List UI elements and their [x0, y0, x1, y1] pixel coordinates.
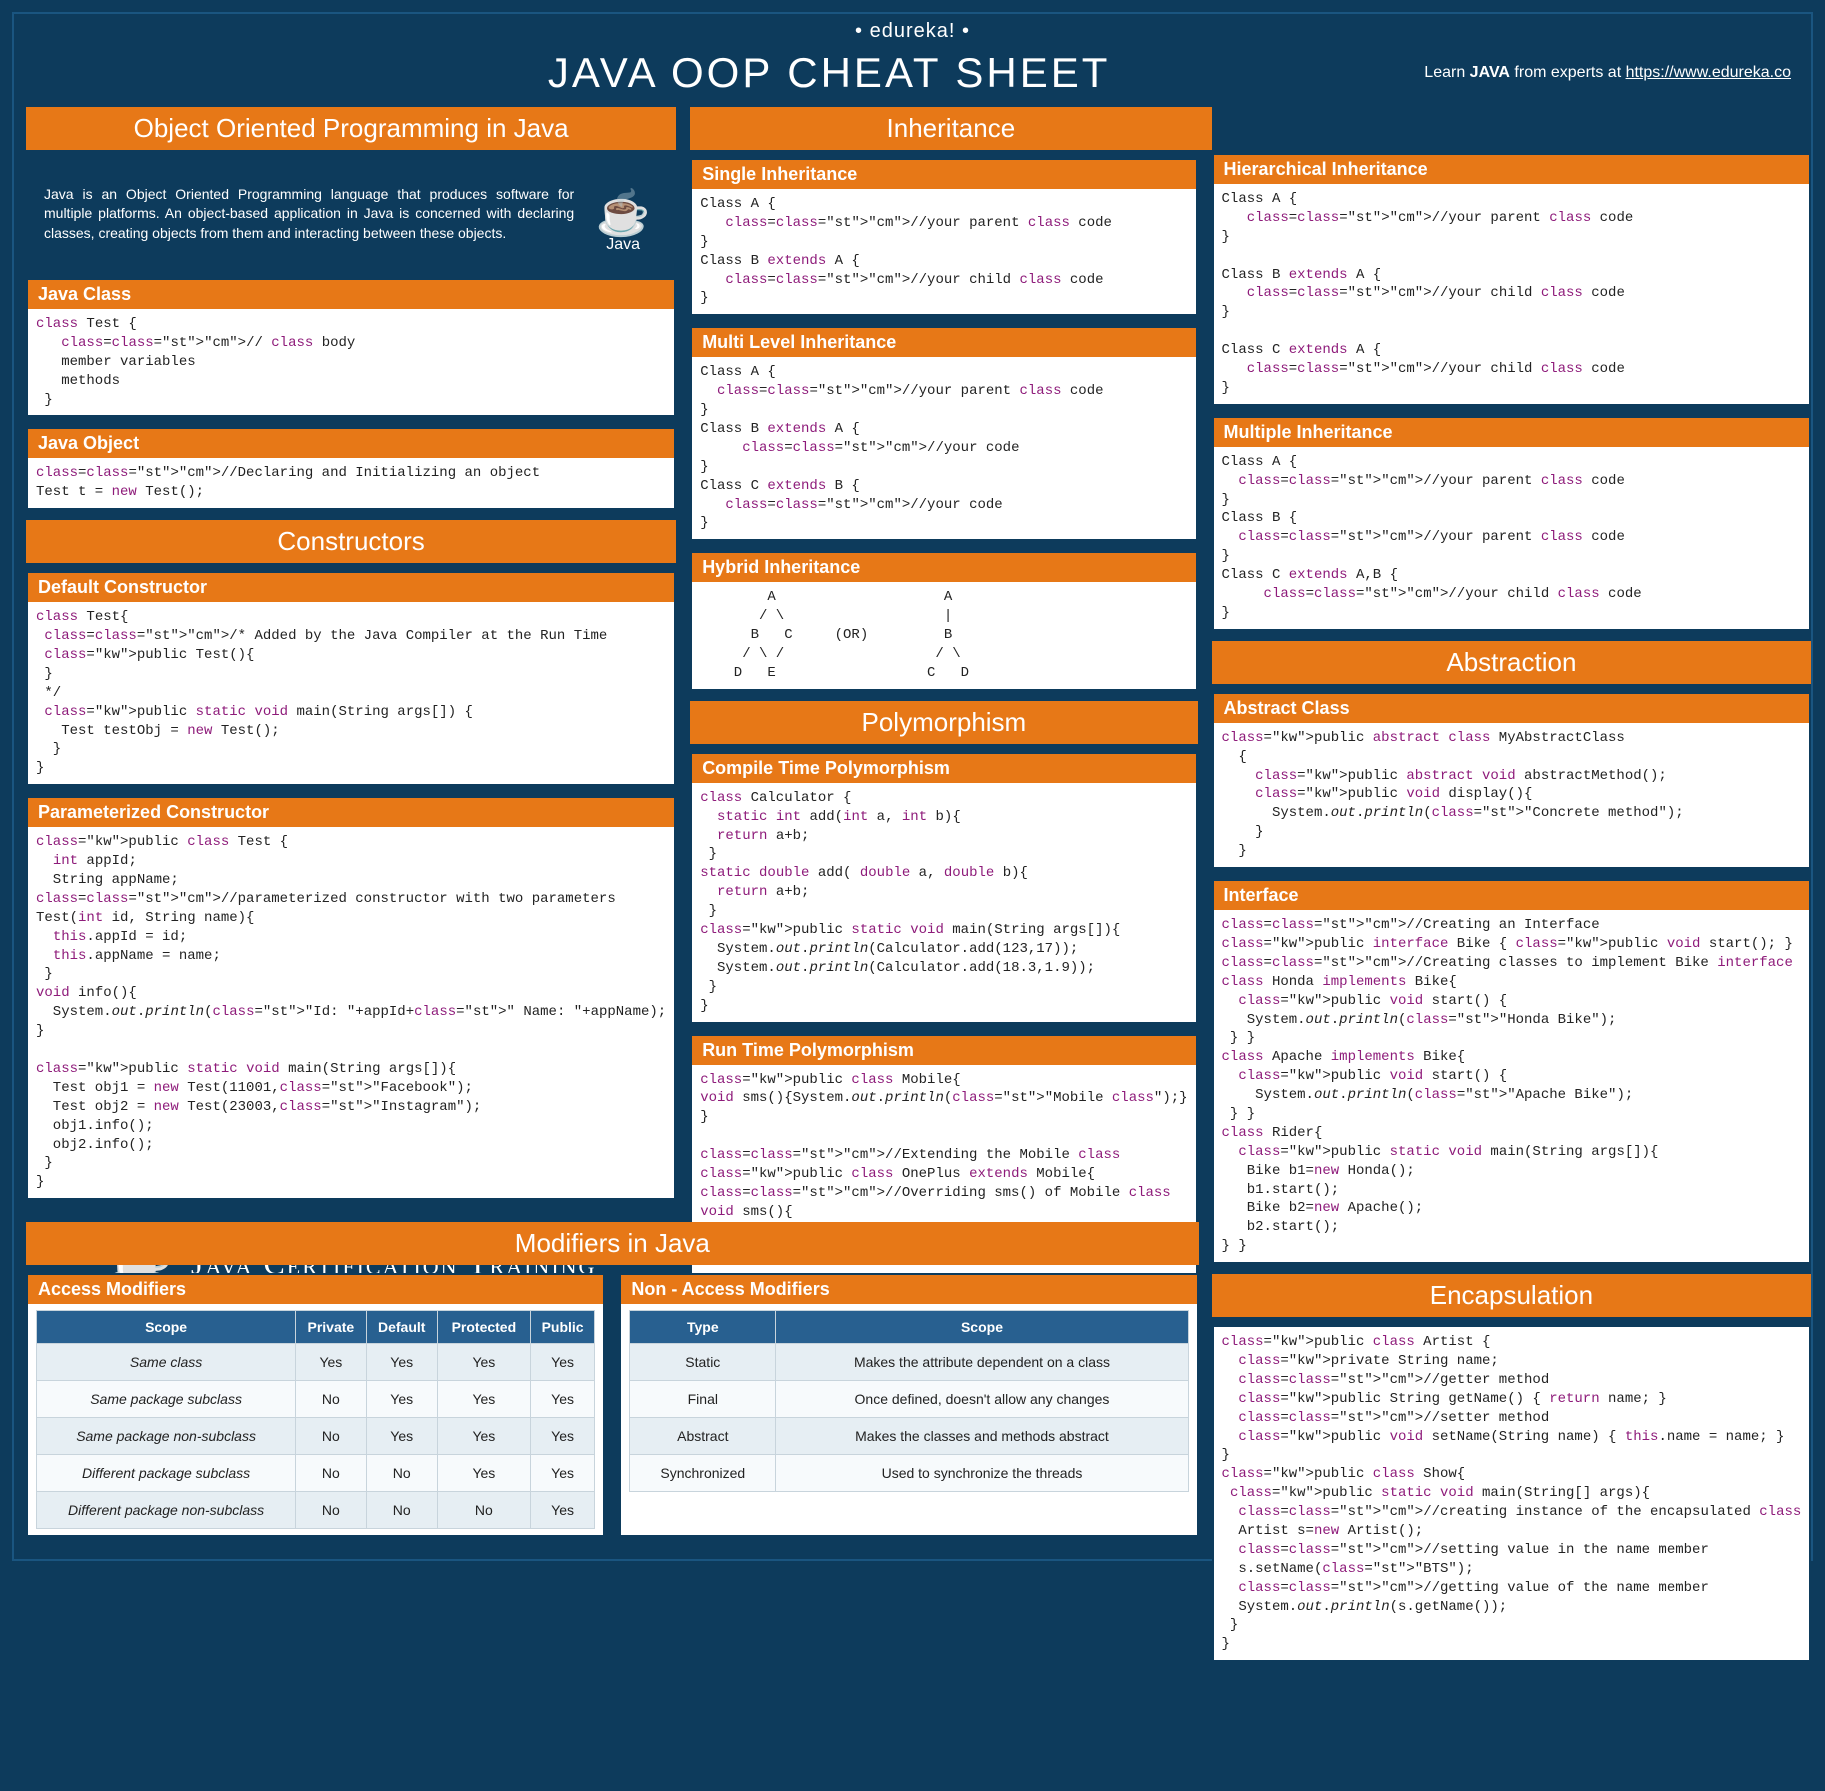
card-header-hier-inh: Hierarchical Inheritance	[1214, 155, 1810, 184]
table-cell: Yes	[296, 1344, 366, 1381]
coffee-cup-icon: ☕	[596, 192, 651, 236]
edureka-url-link[interactable]: https://www.edureka.co	[1626, 64, 1791, 81]
code-param-ctor: class="kw">public class Test { int appId…	[36, 833, 666, 1192]
code-single-inh: Class A { class=class="st">"cm">//your p…	[700, 195, 1187, 308]
learn-strong: JAVA	[1470, 64, 1510, 81]
access-modifiers-table: ScopePrivateDefaultProtectedPublicSame c…	[36, 1310, 595, 1529]
table-row: FinalOnce defined, doesn't allow any cha…	[630, 1381, 1188, 1418]
intro-box: Java is an Object Oriented Programming l…	[26, 158, 676, 270]
table-row: Different package non-subclassNoNoNoYes	[37, 1492, 595, 1529]
code-compile-poly: class Calculator { static int add(int a,…	[700, 789, 1187, 1016]
java-logo-label: Java	[606, 236, 640, 254]
table-cell: No	[296, 1418, 366, 1455]
card-header-param-ctor: Parameterized Constructor	[28, 798, 674, 827]
learn-link: Learn JAVA from experts at https://www.e…	[1424, 64, 1791, 82]
table-cell: Same class	[37, 1344, 296, 1381]
section-modifiers: Modifiers in Java	[26, 1222, 1199, 1265]
table-cell: Different package subclass	[37, 1455, 296, 1492]
section-constructors: Constructors	[26, 520, 676, 563]
table-cell: Yes	[530, 1344, 594, 1381]
section-polymorphism: Polymorphism	[690, 701, 1197, 744]
table-cell: No	[437, 1492, 530, 1529]
non-access-modifiers-table: TypeScopeStaticMakes the attribute depen…	[629, 1310, 1188, 1492]
table-cell: Same package subclass	[37, 1381, 296, 1418]
code-interface: class=class="st">"cm">//Creating an Inte…	[1222, 916, 1802, 1256]
table-cell: Different package non-subclass	[37, 1492, 296, 1529]
code-java-object: class=class="st">"cm">//Declaring and In…	[36, 464, 666, 502]
table-cell: Yes	[530, 1492, 594, 1529]
table-cell: Abstract	[630, 1418, 776, 1455]
table-cell: No	[296, 1455, 366, 1492]
table-cell: Yes	[437, 1455, 530, 1492]
table-cell: Used to synchronize the threads	[776, 1455, 1188, 1492]
section-encapsulation: Encapsulation	[1212, 1274, 1812, 1317]
table-header: Private	[296, 1311, 366, 1344]
card-header-abstract-class: Abstract Class	[1214, 694, 1810, 723]
table-cell: Yes	[437, 1418, 530, 1455]
table-header: Type	[630, 1311, 776, 1344]
code-hybrid: A A / \ | B C (OR) B / \ / / \ D E C D	[700, 588, 1187, 682]
table-cell: Same package non-subclass	[37, 1418, 296, 1455]
section-inheritance: Inheritance	[690, 107, 1211, 150]
card-header-multi-level: Multi Level Inheritance	[692, 328, 1195, 357]
learn-suffix: from experts at	[1510, 64, 1626, 81]
table-cell: Makes the classes and methods abstract	[776, 1418, 1188, 1455]
table-row: AbstractMakes the classes and methods ab…	[630, 1418, 1188, 1455]
table-cell: Yes	[530, 1455, 594, 1492]
table-header: Default	[366, 1311, 437, 1344]
card-header-interface: Interface	[1214, 881, 1810, 910]
card-header-multiple-inh: Multiple Inheritance	[1214, 418, 1810, 447]
table-cell: Yes	[437, 1344, 530, 1381]
table-cell: No	[296, 1381, 366, 1418]
table-cell: Yes	[366, 1418, 437, 1455]
table-row: StaticMakes the attribute dependent on a…	[630, 1344, 1188, 1381]
table-cell: No	[296, 1492, 366, 1529]
card-header-java-class: Java Class	[28, 280, 674, 309]
table-header: Scope	[37, 1311, 296, 1344]
table-cell: Synchronized	[630, 1455, 776, 1492]
learn-prefix: Learn	[1424, 64, 1469, 81]
table-header: Protected	[437, 1311, 530, 1344]
code-encapsulation: class="kw">public class Artist { class="…	[1222, 1333, 1802, 1654]
section-abstraction: Abstraction	[1212, 641, 1812, 684]
table-cell: Final	[630, 1381, 776, 1418]
table-cell: Yes	[530, 1381, 594, 1418]
table-row: Different package subclassNoNoYesYes	[37, 1455, 595, 1492]
card-header-default-ctor: Default Constructor	[28, 573, 674, 602]
code-multi-level: Class A { class=class="st">"cm">//your p…	[700, 363, 1187, 533]
table-cell: Makes the attribute dependent on a class	[776, 1344, 1188, 1381]
table-header: Scope	[776, 1311, 1188, 1344]
card-header-runtime-poly: Run Time Polymorphism	[692, 1036, 1195, 1065]
table-header: Public	[530, 1311, 594, 1344]
card-header-nonaccess-mod: Non - Access Modifiers	[621, 1275, 1196, 1304]
table-cell: Yes	[437, 1381, 530, 1418]
table-row: SynchronizedUsed to synchronize the thre…	[630, 1455, 1188, 1492]
intro-text: Java is an Object Oriented Programming l…	[44, 185, 574, 244]
table-cell: Yes	[366, 1344, 437, 1381]
table-row: Same classYesYesYesYes	[37, 1344, 595, 1381]
code-java-class: class Test { class=class="st">"cm">// cl…	[36, 315, 666, 409]
card-header-java-object: Java Object	[28, 429, 674, 458]
code-default-ctor: class Test{ class=class="st">"cm">/* Add…	[36, 608, 666, 778]
code-multiple-inh: Class A { class=class="st">"cm">//your p…	[1222, 453, 1802, 623]
brand: edureka!	[26, 14, 1799, 45]
table-cell: Yes	[530, 1418, 594, 1455]
code-hier-inh: Class A { class=class="st">"cm">//your p…	[1222, 190, 1802, 398]
code-abstract-class: class="kw">public abstract class MyAbstr…	[1222, 729, 1802, 861]
card-header-compile-poly: Compile Time Polymorphism	[692, 754, 1195, 783]
section-oop-java: Object Oriented Programming in Java	[26, 107, 676, 150]
table-cell: Yes	[366, 1381, 437, 1418]
card-header-access-mod: Access Modifiers	[28, 1275, 603, 1304]
card-header-single-inh: Single Inheritance	[692, 160, 1195, 189]
table-cell: No	[366, 1455, 437, 1492]
table-cell: Once defined, doesn't allow any changes	[776, 1381, 1188, 1418]
table-cell: Static	[630, 1344, 776, 1381]
table-row: Same package non-subclassNoYesYesYes	[37, 1418, 595, 1455]
page-title: JAVA OOP CHEAT SHEET	[34, 49, 1424, 97]
table-row: Same package subclassNoYesYesYes	[37, 1381, 595, 1418]
java-logo-icon: ☕ Java	[588, 174, 658, 254]
card-header-hybrid: Hybrid Inheritance	[692, 553, 1195, 582]
table-cell: No	[366, 1492, 437, 1529]
